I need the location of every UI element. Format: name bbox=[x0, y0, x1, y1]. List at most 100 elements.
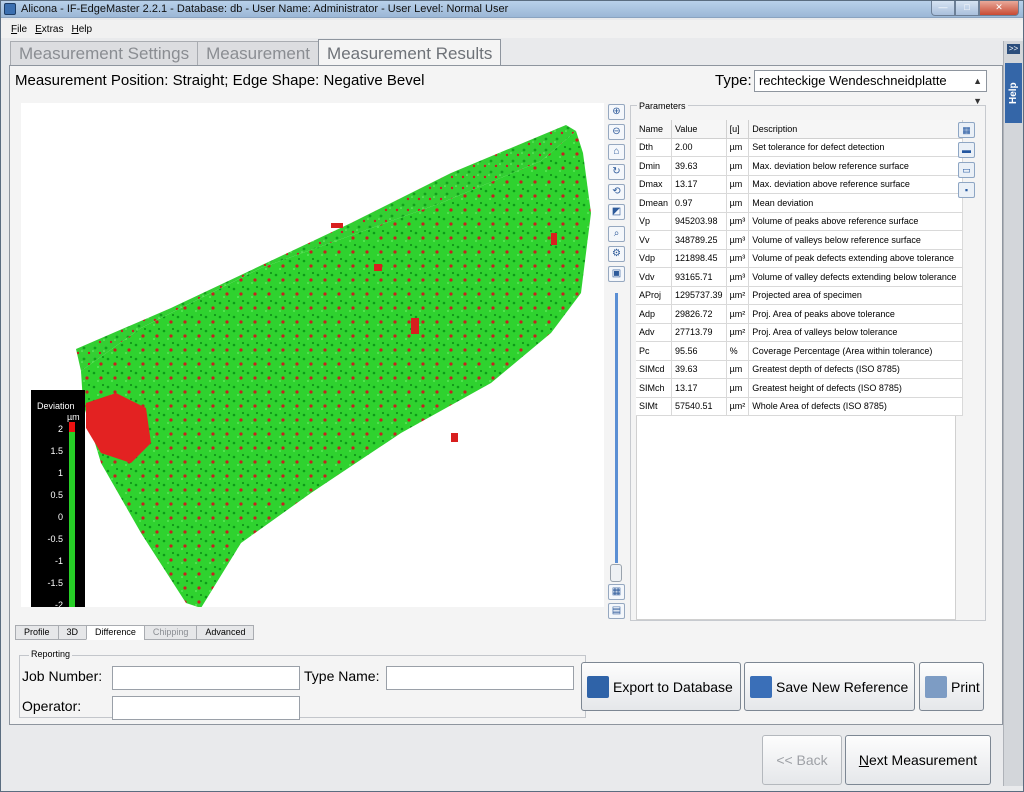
menu-extras[interactable]: Extras bbox=[35, 24, 63, 35]
defect-region bbox=[551, 233, 557, 245]
parameter-desc-cell: Volume of peak defects extending above t… bbox=[748, 249, 964, 268]
help-tab[interactable]: Help bbox=[1005, 63, 1022, 123]
parameter-unit-cell: µm² bbox=[726, 286, 750, 305]
parameter-desc-cell: Coverage Percentage (Area within toleran… bbox=[748, 341, 964, 361]
table-row[interactable]: Dth 2.00 µm Set tolerance for defect detect… bbox=[636, 138, 964, 157]
parameter-unit-cell: µm² bbox=[726, 397, 750, 416]
database-export-icon bbox=[587, 675, 609, 698]
table-row[interactable]: Vv 348789.25 µm³ Volume of valleys below re… bbox=[636, 230, 964, 250]
parameter-desc-cell: Proj. Area of peaks above tolerance bbox=[748, 304, 964, 324]
parameter-name-cell: AProj bbox=[636, 286, 673, 305]
maximize-button[interactable]: □ bbox=[955, 1, 979, 16]
parameters-group: Parameters Name Value [u] Description Dt… bbox=[630, 101, 986, 621]
job-number-field[interactable] bbox=[112, 666, 300, 690]
column-header-name[interactable]: Name bbox=[636, 120, 673, 139]
window-title: Alicona - IF-EdgeMaster 2.2.1 - Database… bbox=[21, 3, 509, 15]
zoom-in-icon[interactable]: ⊕ bbox=[608, 104, 625, 120]
column-header-description[interactable]: Description bbox=[748, 120, 964, 139]
minimize-button[interactable]: — bbox=[931, 1, 955, 16]
legend-tick: -2 bbox=[54, 600, 63, 607]
next-measurement-button[interactable]: Next Measurement bbox=[845, 735, 991, 785]
floppy-icon[interactable]: ▪ bbox=[958, 182, 975, 198]
results-panel: Measurement Position: Straight; Edge Sha… bbox=[9, 65, 1003, 725]
parameter-desc-cell: Mean deviation bbox=[748, 193, 964, 213]
legend-title: Deviation bbox=[37, 401, 75, 411]
tab-measurement-settings[interactable]: Measurement Settings bbox=[10, 41, 199, 66]
menu-help[interactable]: Help bbox=[71, 24, 92, 35]
parameter-name-cell: Vdv bbox=[636, 267, 673, 287]
export-to-database-label: Export to Database bbox=[613, 678, 733, 695]
export-to-database-button[interactable]: Export to Database bbox=[581, 662, 741, 711]
table-row[interactable]: SIMch 13.17 µm Greatest height of defects (… bbox=[636, 378, 964, 398]
reset-view-icon[interactable]: ⟲ bbox=[608, 184, 625, 200]
3d-difference-view[interactable]: Deviation µm 2 1.5 1 0.5 0 -0.5 -1 -1.5 … bbox=[21, 103, 604, 607]
legend-tick: -1.5 bbox=[47, 578, 63, 588]
settings-icon[interactable]: ⚙ bbox=[608, 246, 625, 262]
parameter-desc-cell: Volume of valley defects extending below… bbox=[748, 267, 964, 287]
parameter-value-cell: 57540.51 bbox=[671, 397, 727, 416]
zoom-slider-track[interactable] bbox=[615, 293, 618, 563]
parameter-name-cell: SIMch bbox=[636, 378, 673, 398]
table-row[interactable]: AProj 1295737.39 µm² Projected area of spec… bbox=[636, 286, 964, 305]
home-icon[interactable]: ⌂ bbox=[608, 144, 625, 160]
tab-advanced[interactable]: Advanced bbox=[196, 625, 255, 640]
tab-profile[interactable]: Profile bbox=[15, 625, 59, 640]
export-image-icon[interactable]: ▦ bbox=[608, 584, 625, 600]
snapshot-icon[interactable]: ▤ bbox=[608, 603, 625, 619]
parameter-value-cell: 945203.98 bbox=[671, 212, 727, 231]
help-collapse-button[interactable]: >> bbox=[1007, 44, 1020, 54]
back-button[interactable]: << Back bbox=[762, 735, 842, 785]
menu-file[interactable]: File bbox=[11, 24, 27, 35]
table-row[interactable]: SIMt 57540.51 µm² Whole Area of defects (IS… bbox=[636, 397, 964, 416]
rotate-icon[interactable]: ↻ bbox=[608, 164, 625, 180]
parameter-name-cell: Adp bbox=[636, 304, 673, 324]
table-row[interactable]: Vdp 121898.45 µm³ Volume of peak defects ex… bbox=[636, 249, 964, 268]
table-row[interactable]: Adv 27713.79 µm² Proj. Area of valleys belo… bbox=[636, 323, 964, 342]
table-row[interactable]: Dmin 39.63 µm Max. deviation below referenc… bbox=[636, 156, 964, 176]
parameter-unit-cell: µm³ bbox=[726, 267, 750, 287]
window-controls: — □ ✕ bbox=[931, 1, 1019, 16]
operator-field[interactable] bbox=[112, 696, 300, 720]
calculator-icon[interactable]: ▦ bbox=[958, 122, 975, 138]
type-select[interactable]: rechteckige Wendeschneidplatte ▲ ▼ bbox=[754, 70, 987, 106]
tab-measurement[interactable]: Measurement bbox=[197, 41, 320, 66]
deviation-legend: Deviation µm 2 1.5 1 0.5 0 -0.5 -1 -1.5 … bbox=[31, 390, 85, 607]
fit-icon[interactable]: ▣ bbox=[608, 266, 625, 282]
type-name-field[interactable] bbox=[386, 666, 574, 690]
column-header-value[interactable]: Value bbox=[671, 120, 727, 139]
save-icon[interactable]: ▬ bbox=[958, 142, 975, 158]
parameter-desc-cell: Max. deviation below reference surface bbox=[748, 156, 964, 176]
table-row[interactable]: Dmean 0.97 µm Mean deviation bbox=[636, 193, 964, 213]
parameter-value-cell: 39.63 bbox=[671, 156, 727, 176]
table-row[interactable]: Vdv 93165.71 µm³ Volume of valley defects e… bbox=[636, 267, 964, 287]
table-row[interactable]: Dmax 13.17 µm Max. deviation above referenc… bbox=[636, 175, 964, 194]
parameter-value-cell: 121898.45 bbox=[671, 249, 727, 268]
parameter-name-cell: Dmin bbox=[636, 156, 673, 176]
zoom-out-icon[interactable]: ⊖ bbox=[608, 124, 625, 140]
parameter-name-cell: Pc bbox=[636, 341, 673, 361]
tab-3d[interactable]: 3D bbox=[57, 625, 88, 640]
parameter-desc-cell: Greatest height of defects (ISO 8785) bbox=[748, 378, 964, 398]
light-icon[interactable]: ◩ bbox=[608, 204, 625, 220]
table-row[interactable]: Adp 29826.72 µm² Proj. Area of peaks above … bbox=[636, 304, 964, 324]
close-button[interactable]: ✕ bbox=[979, 1, 1019, 16]
zoom-area-icon[interactable]: ⌕ bbox=[608, 226, 625, 242]
column-header-unit[interactable]: [u] bbox=[726, 120, 750, 139]
tab-chipping[interactable]: Chipping bbox=[143, 625, 198, 640]
save-as-icon[interactable]: ▭ bbox=[958, 162, 975, 178]
type-name-label: Type Name: bbox=[304, 668, 380, 684]
table-row[interactable]: SIMcd 39.63 µm Greatest depth of defects (I… bbox=[636, 360, 964, 379]
save-new-reference-button[interactable]: Save New Reference bbox=[744, 662, 915, 711]
parameter-value-cell: 348789.25 bbox=[671, 230, 727, 250]
print-button[interactable]: Print bbox=[919, 662, 984, 711]
parameter-unit-cell: µm bbox=[726, 193, 750, 213]
tab-difference[interactable]: Difference bbox=[86, 625, 145, 640]
tab-measurement-results[interactable]: Measurement Results bbox=[318, 39, 502, 66]
legend-red-top bbox=[69, 422, 75, 432]
table-row[interactable]: Vp 945203.98 µm³ Volume of peaks above refe… bbox=[636, 212, 964, 231]
parameter-desc-cell: Whole Area of defects (ISO 8785) bbox=[748, 397, 964, 416]
parameter-value-cell: 13.17 bbox=[671, 378, 727, 398]
zoom-slider-thumb[interactable] bbox=[610, 564, 622, 582]
table-row[interactable]: Pc 95.56% Coverage Percentage (Area within… bbox=[636, 341, 964, 361]
operator-label: Operator: bbox=[22, 698, 82, 714]
